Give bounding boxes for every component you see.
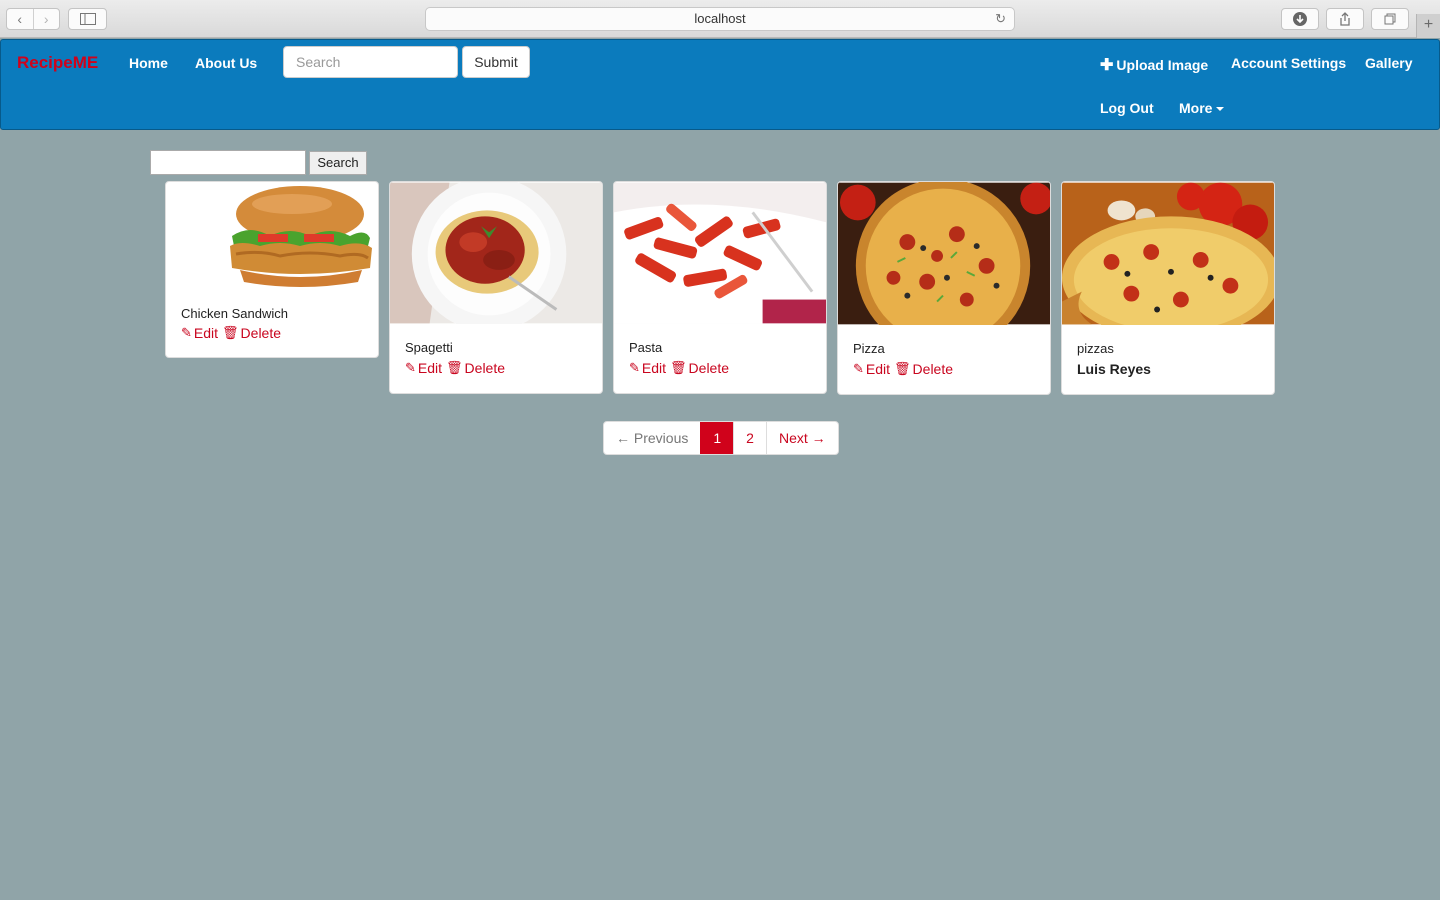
recipe-card: Spagetti ✎ Edit 🗑 Delete — [389, 181, 603, 394]
url-text: localhost — [694, 11, 746, 26]
edit-label: Edit — [641, 360, 667, 376]
spaghetti-image[interactable] — [390, 182, 602, 324]
delete-link[interactable]: 🗑 Delete — [446, 360, 505, 376]
gallery-search-button[interactable]: Search — [309, 151, 367, 175]
main-navbar: RecipeME Home About Us Search Submit ✚ Up… — [0, 39, 1440, 130]
new-tab-icon[interactable]: + — [1416, 14, 1440, 38]
trash-icon: 🗑 — [446, 360, 463, 375]
edit-icon: ✎ — [853, 361, 864, 376]
sidebar-toggle-icon[interactable] — [68, 8, 107, 30]
nav-log-out[interactable]: Log Out — [1100, 100, 1154, 116]
delete-label: Delete — [912, 361, 954, 377]
card-title: Pizza — [853, 341, 885, 356]
delete-link[interactable]: 🗑 Delete — [222, 325, 281, 341]
card-title: Pasta — [629, 340, 663, 355]
history-buttons: ‹ › — [6, 8, 60, 30]
nav-upload-image-label: Upload Image — [1116, 57, 1209, 73]
edit-link[interactable]: ✎ Edit — [181, 325, 218, 341]
nav-more-dropdown[interactable]: More — [1179, 100, 1225, 116]
card-author: Luis Reyes — [1077, 361, 1151, 377]
browser-toolbar: ‹ › localhost ↻ + — [0, 0, 1440, 38]
nav-home[interactable]: Home — [129, 55, 168, 71]
delete-link[interactable]: 🗑 Delete — [894, 361, 953, 377]
trash-icon: 🗑 — [222, 325, 239, 340]
card-actions: ✎ Edit 🗑 Delete — [629, 360, 729, 376]
edit-label: Edit — [193, 325, 219, 341]
pagination: ← Previous 1 2 Next → — [603, 421, 839, 455]
pagination-page-2[interactable]: 2 — [733, 422, 766, 454]
navbar-search-input[interactable]: Search — [283, 46, 458, 78]
nav-account-settings[interactable]: Account Settings — [1231, 55, 1346, 71]
share-icon[interactable] — [1326, 8, 1364, 30]
delete-link[interactable]: 🗑 Delete — [670, 360, 729, 376]
nav-more-label: More — [1179, 100, 1213, 116]
submit-button[interactable]: Submit — [462, 46, 530, 78]
recipe-card: pizzas Luis Reyes — [1061, 181, 1275, 395]
trash-icon: 🗑 — [670, 360, 687, 375]
pizza-image[interactable] — [838, 182, 1050, 325]
pizza-with-tomatoes-image[interactable] — [1062, 182, 1274, 325]
download-icon[interactable] — [1281, 8, 1319, 30]
recipe-card: Pizza ✎ Edit 🗑 Delete — [837, 181, 1051, 395]
pagination-next[interactable]: Next → — [765, 422, 838, 454]
card-title: Spagetti — [405, 340, 453, 355]
recipe-card: Pasta ✎ Edit 🗑 Delete — [613, 181, 827, 394]
card-actions: ✎ Edit 🗑 Delete — [405, 360, 505, 376]
reload-icon[interactable]: ↻ — [995, 8, 1006, 30]
pagination-previous[interactable]: ← Previous — [604, 422, 700, 454]
edit-icon: ✎ — [405, 360, 416, 375]
card-actions: ✎ Edit 🗑 Delete — [181, 325, 281, 341]
pagination-page-1[interactable]: 1 — [700, 422, 734, 454]
delete-label: Delete — [464, 360, 506, 376]
edit-link[interactable]: ✎ Edit — [405, 360, 442, 376]
edit-link[interactable]: ✎ Edit — [629, 360, 666, 376]
trash-icon: 🗑 — [894, 361, 911, 376]
edit-label: Edit — [417, 360, 443, 376]
edit-link[interactable]: ✎ Edit — [853, 361, 890, 377]
brand-logo[interactable]: RecipeME — [17, 53, 98, 73]
card-title: Chicken Sandwich — [181, 306, 288, 321]
card-title: pizzas — [1077, 341, 1114, 356]
chicken-sandwich-image[interactable] — [194, 184, 379, 294]
nav-about-us[interactable]: About Us — [195, 55, 257, 71]
back-icon[interactable]: ‹ — [7, 9, 33, 29]
penne-pasta-image[interactable] — [614, 182, 826, 324]
caret-down-icon — [1216, 107, 1225, 112]
address-bar[interactable]: localhost ↻ — [425, 7, 1015, 31]
forward-icon[interactable]: › — [32, 9, 60, 29]
card-actions: ✎ Edit 🗑 Delete — [853, 361, 953, 377]
edit-label: Edit — [865, 361, 891, 377]
edit-icon: ✎ — [629, 360, 640, 375]
delete-label: Delete — [688, 360, 730, 376]
edit-icon: ✎ — [181, 325, 192, 340]
plus-icon: ✚ — [1100, 57, 1114, 74]
recipe-card: Chicken Sandwich ✎ Edit 🗑 Delete — [165, 181, 379, 358]
delete-label: Delete — [240, 325, 282, 341]
nav-upload-image[interactable]: ✚ Upload Image — [1100, 55, 1208, 75]
nav-gallery[interactable]: Gallery — [1365, 55, 1412, 71]
tabs-icon[interactable] — [1371, 8, 1409, 30]
gallery-search-input[interactable] — [150, 150, 306, 175]
